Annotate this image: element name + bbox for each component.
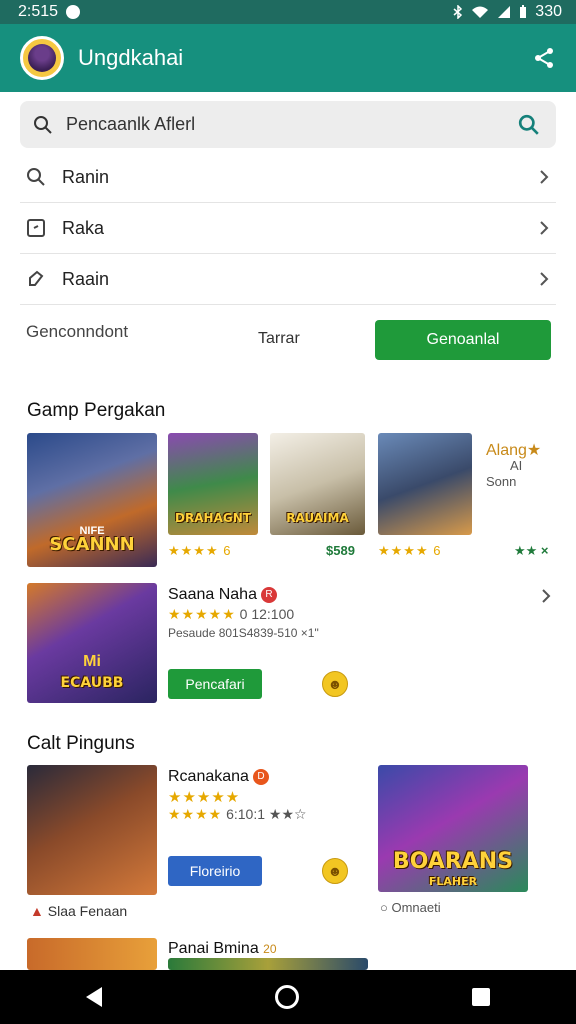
action-row: Genconndont Tarrar Genoanlal	[20, 318, 556, 362]
clipboard-icon	[24, 216, 48, 240]
menu-item-raka[interactable]: Raka	[20, 203, 556, 254]
rating-text: 0 12:100	[239, 606, 295, 622]
item1-title[interactable]: Rcanakana D	[168, 768, 269, 786]
menu-item-label: Raka	[62, 217, 105, 238]
featured-title[interactable]: Saana Naha R	[168, 586, 277, 604]
search-icon	[30, 112, 56, 138]
game-thumbnail-2[interactable]: DRAHAGNT	[168, 433, 258, 535]
battery-icon	[520, 5, 527, 18]
tag-icon: ▲	[30, 903, 44, 919]
status-bar: 2:515 330	[0, 0, 576, 24]
caption-text: Omnaeti	[391, 900, 441, 915]
section-title: Gamp Pergakan	[27, 400, 166, 421]
side-rating: ★★ ×	[514, 543, 549, 558]
navigation-bar	[0, 970, 576, 1024]
search-icon	[24, 165, 48, 189]
game-thumbnail-1[interactable]: NIFE SCANNN	[27, 433, 157, 567]
rating-stars: ★★★★★	[168, 789, 241, 806]
item1-caption: ▲ Slaa Fenaan	[30, 903, 127, 919]
info-icon: ○	[380, 900, 388, 915]
game-thumbnail-3[interactable]: RAUAIMA	[270, 433, 365, 535]
chevron-right-icon	[536, 167, 552, 187]
smiley-icon[interactable]: ☻	[322, 858, 348, 884]
search-bar[interactable]: Pencaanlk Aflerl	[20, 101, 556, 148]
item1-rating: ★★★★ 6:10:1 ★★☆	[168, 806, 307, 823]
item3-title[interactable]: Panai Bmina 20	[168, 940, 277, 958]
share-icon[interactable]	[530, 44, 558, 72]
rating-text: 6:10:1 ★★☆	[226, 806, 307, 822]
menu-item-label: Raain	[62, 268, 110, 289]
game-thumbnail-4[interactable]	[378, 433, 472, 535]
featured-title-text: Saana Naha	[168, 586, 257, 603]
featured-button[interactable]: Pencafari	[168, 669, 262, 699]
menu-item-raain[interactable]: Raain	[20, 254, 556, 305]
battery-level: 330	[535, 3, 562, 20]
status-time: 2:515	[18, 3, 59, 20]
badge-icon: R	[260, 586, 277, 603]
wifi-icon	[472, 6, 489, 18]
price-label: $589	[326, 543, 355, 558]
menu-item-label: Ranin	[62, 166, 110, 187]
featured-rating: ★★★★★ 0 12:100	[168, 606, 294, 623]
side-subtitle: AI	[510, 458, 523, 473]
avatar-image	[28, 44, 56, 72]
badge-icon: D	[252, 768, 269, 785]
action-left-label: Genconndont	[26, 322, 129, 341]
search-input[interactable]: Pencaanlk Aflerl	[66, 114, 516, 135]
menu-item-ranin[interactable]: Ranin	[20, 152, 556, 203]
item1-button[interactable]: Floreirio	[168, 856, 262, 886]
chevron-right-icon	[536, 218, 552, 238]
section-title: Calt Pinguns	[27, 733, 135, 754]
thumb-title: SCANNN	[49, 534, 135, 555]
recent-apps-icon[interactable]	[471, 988, 490, 1006]
primary-action-button[interactable]: Genoanlal	[375, 320, 551, 360]
thumb-title: ECAUBB	[60, 675, 124, 691]
featured-meta: Pesaude 801S4839-510 ×1"	[168, 626, 319, 640]
tag-icon	[24, 267, 48, 291]
home-icon[interactable]	[274, 985, 299, 1009]
item2-caption: ○ Omnaeti	[380, 900, 441, 915]
app-bar: Ungdkahai	[0, 24, 576, 92]
signal-icon	[498, 6, 511, 18]
rating-stars: ★★★★ 6	[378, 543, 442, 558]
thumb-title: RAUAIMA	[286, 511, 349, 525]
status-right: 330	[453, 3, 562, 21]
smiley-icon[interactable]: ☻	[322, 671, 348, 697]
featured-thumbnail[interactable]: Mi ECAUBB	[27, 583, 157, 703]
game-thumbnail-7[interactable]	[27, 938, 157, 970]
side-title: Alang★	[486, 442, 542, 459]
thumb-subtitle: FLAHER	[428, 875, 478, 888]
rating-stars: ★★★★ 6	[168, 543, 232, 558]
app-title: Ungdkahai	[78, 45, 184, 70]
game-thumbnail-8[interactable]	[168, 958, 368, 970]
side-subtitle-2: Sonn	[486, 474, 517, 489]
thumb-title: BOARANS	[392, 849, 514, 874]
back-icon[interactable]	[86, 987, 103, 1007]
search-submit-icon[interactable]	[516, 112, 542, 138]
rating-stars: ★★★★	[168, 806, 223, 822]
avatar[interactable]	[20, 36, 64, 80]
action-mid-link[interactable]: Tarrar	[258, 330, 300, 348]
game-thumbnail-6[interactable]: BOARANS FLAHER	[378, 765, 528, 892]
bluetooth-icon	[453, 5, 463, 19]
item1-title-text: Rcanakana	[168, 768, 249, 785]
status-left: 2:515	[18, 3, 81, 21]
caption-text: Slaa Fenaan	[47, 903, 128, 919]
item3-title-text: Panai Bmina	[168, 940, 259, 957]
game-thumbnail-5[interactable]	[27, 765, 157, 895]
item3-badge: 20	[263, 942, 277, 956]
notification-icon	[66, 5, 81, 19]
chevron-right-icon[interactable]	[538, 586, 554, 606]
chevron-right-icon	[536, 269, 552, 289]
thumb-subtitle: Mi	[83, 653, 101, 670]
menu-list: Ranin Raka Raain	[20, 152, 556, 305]
thumb-title: DRAHAGNT	[175, 511, 251, 525]
rating-stars: ★★★★★	[168, 606, 236, 622]
